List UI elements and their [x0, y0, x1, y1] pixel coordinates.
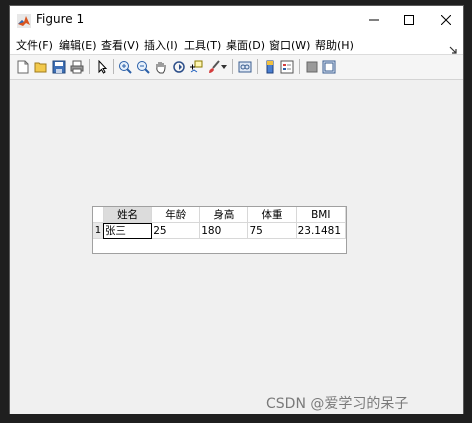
table-cell-age[interactable]: 25 [151, 222, 201, 239]
menu-bar: 文件(F) 编辑(E) 查看(V) 插入(I) 工具(T) 桌面(D) 窗口(W… [10, 34, 463, 55]
rotate-3d-icon[interactable] [170, 58, 187, 75]
figure-canvas: 姓名 年龄 身高 体重 BMI 1 张三 25 180 75 23.1481 [10, 80, 463, 414]
column-header-name[interactable]: 姓名 [103, 207, 153, 223]
window-title: Figure 1 [36, 12, 85, 26]
new-figure-icon[interactable] [14, 58, 31, 75]
save-icon[interactable] [50, 58, 67, 75]
menu-edit[interactable]: 编辑(E) [59, 37, 97, 53]
zoom-out-icon[interactable] [134, 58, 151, 75]
table-header-row: 姓名 年龄 身高 体重 BMI [93, 207, 347, 223]
legend-icon[interactable] [278, 58, 295, 75]
menu-help[interactable]: 帮助(H) [315, 37, 354, 53]
column-header-age[interactable]: 年龄 [151, 207, 201, 223]
menu-insert[interactable]: 插入(I) [144, 37, 178, 53]
pointer-icon[interactable] [93, 58, 110, 75]
menu-file[interactable]: 文件(F) [16, 37, 53, 53]
table-row: 1 张三 25 180 75 23.1481 [93, 222, 347, 239]
maximize-button[interactable] [391, 6, 427, 34]
figure-window: Figure 1 文件(F) 编辑(E) 查看(V) 插入(I) 工具(T) 桌… [9, 5, 464, 414]
toolbar-separator [257, 59, 258, 74]
toolbar-separator [232, 59, 233, 74]
table-cell-weight[interactable]: 75 [247, 222, 297, 239]
menu-window[interactable]: 窗口(W) [269, 37, 310, 53]
figure-toolbar [10, 55, 463, 80]
close-button[interactable] [428, 6, 464, 34]
menu-view[interactable]: 查看(V) [101, 37, 139, 53]
table-corner [93, 207, 104, 223]
toolbar-separator [89, 59, 90, 74]
show-plot-tools-icon[interactable] [320, 58, 337, 75]
menu-desktop[interactable]: 桌面(D) [226, 37, 265, 53]
zoom-in-icon[interactable] [116, 58, 133, 75]
data-cursor-icon[interactable] [187, 58, 204, 75]
colorbar-icon[interactable] [261, 58, 278, 75]
close-icon [441, 15, 451, 25]
table-cell-bmi[interactable]: 23.1481 [296, 222, 347, 239]
column-header-weight[interactable]: 体重 [247, 207, 297, 223]
pan-hand-icon[interactable] [152, 58, 169, 75]
toolbar-separator [299, 59, 300, 74]
data-table[interactable]: 姓名 年龄 身高 体重 BMI 1 张三 25 180 75 23.1481 [92, 206, 347, 254]
minimize-button[interactable] [356, 6, 392, 34]
title-bar[interactable]: Figure 1 [10, 6, 463, 34]
link-plot-icon[interactable] [236, 58, 253, 75]
column-header-bmi[interactable]: BMI [296, 207, 347, 223]
toolbar-separator [113, 59, 114, 74]
column-header-height[interactable]: 身高 [199, 207, 249, 223]
menu-tools[interactable]: 工具(T) [184, 37, 221, 53]
matlab-logo-icon [17, 13, 31, 28]
minimize-icon [369, 19, 379, 21]
brush-dropdown-icon[interactable] [220, 58, 228, 75]
hide-plot-tools-icon[interactable] [303, 58, 320, 75]
maximize-icon [404, 15, 414, 25]
watermark: CSDN @爱学习的呆子 [266, 396, 409, 412]
table-cell-height[interactable]: 180 [199, 222, 249, 239]
print-icon[interactable] [68, 58, 85, 75]
table-cell-name[interactable]: 张三 [103, 222, 153, 239]
open-folder-icon[interactable] [32, 58, 49, 75]
row-header[interactable]: 1 [93, 222, 104, 239]
